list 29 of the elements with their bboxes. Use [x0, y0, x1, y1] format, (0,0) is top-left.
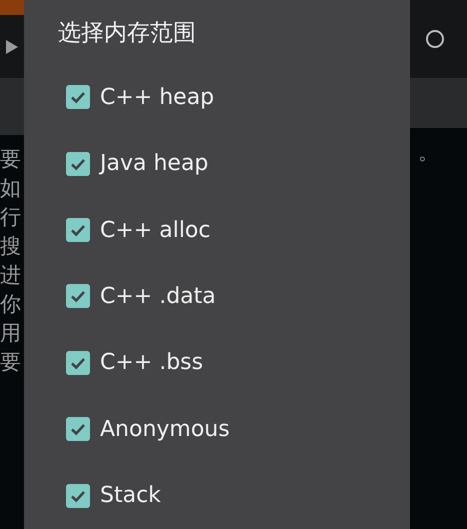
background-text: 行 [0, 204, 22, 231]
background-text: 进 [0, 262, 22, 289]
checkbox[interactable] [66, 484, 90, 508]
status-bar [0, 0, 24, 15]
checkbox[interactable] [66, 152, 90, 176]
header-bar [0, 78, 24, 135]
background-text: 搜 [0, 233, 22, 260]
background-text: 如 [0, 175, 22, 202]
background-text: 用 [0, 320, 22, 347]
checkbox[interactable] [66, 284, 90, 308]
checkbox[interactable] [66, 417, 90, 442]
option-label[interactable]: Stack [100, 483, 161, 508]
background-text: 要 [0, 349, 22, 376]
checkbox[interactable] [66, 85, 90, 110]
option-label[interactable]: C++ .data [100, 284, 216, 309]
header-bar [410, 78, 467, 128]
background-text: 。 [417, 139, 440, 166]
circle-icon[interactable] [426, 30, 444, 48]
option-label[interactable]: Anonymous [100, 416, 230, 442]
background-text: 要 [0, 146, 22, 173]
play-icon[interactable] [6, 40, 18, 54]
option-label[interactable]: C++ .bss [100, 350, 204, 376]
background-text: 你 [0, 291, 22, 318]
checkbox[interactable] [66, 350, 90, 375]
dialog-title: 选择内存范围 [58, 19, 197, 48]
option-label[interactable]: C++ heap [100, 84, 214, 110]
option-label[interactable]: C++ alloc [100, 218, 210, 243]
checkbox[interactable] [66, 218, 90, 242]
option-label[interactable]: Java heap [100, 151, 208, 176]
